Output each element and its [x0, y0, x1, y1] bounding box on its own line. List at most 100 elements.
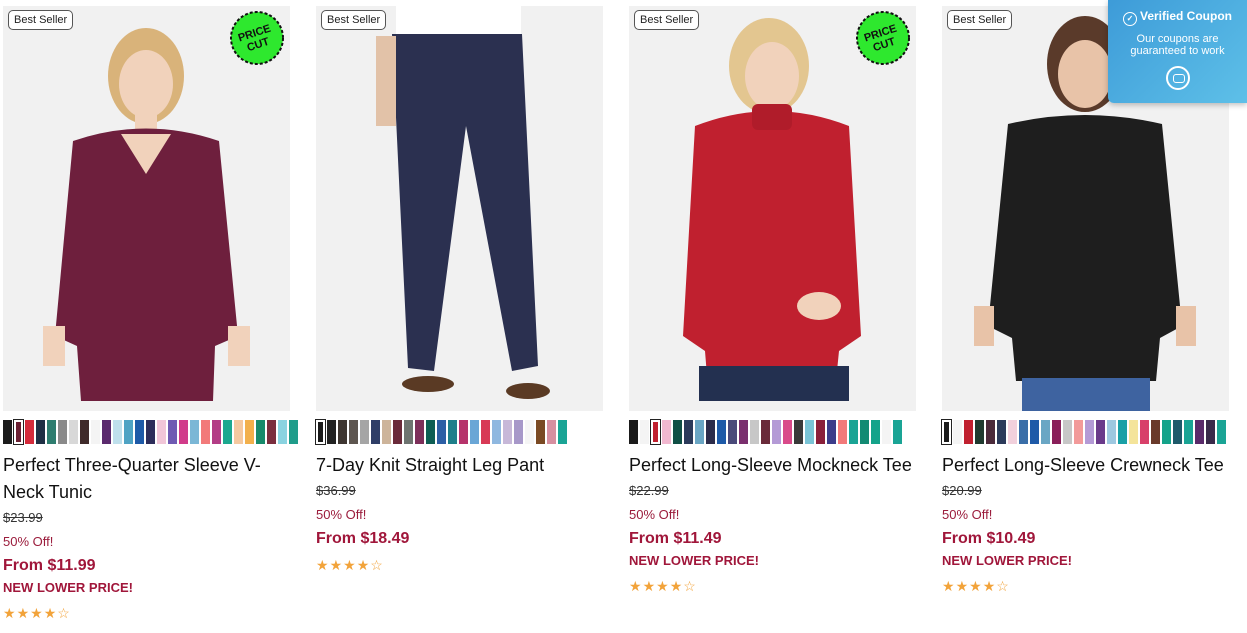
- color-swatch[interactable]: [706, 420, 715, 444]
- color-swatch[interactable]: [124, 420, 133, 444]
- color-swatch[interactable]: [371, 420, 380, 444]
- color-swatch[interactable]: [492, 420, 501, 444]
- color-swatch[interactable]: [838, 420, 847, 444]
- color-swatch[interactable]: [91, 420, 100, 444]
- color-swatch[interactable]: [816, 420, 825, 444]
- color-swatch[interactable]: [315, 419, 326, 445]
- color-swatch[interactable]: [1096, 420, 1105, 444]
- color-swatch[interactable]: [360, 420, 369, 444]
- color-swatch[interactable]: [179, 420, 188, 444]
- color-swatch[interactable]: [650, 419, 661, 445]
- color-swatch[interactable]: [36, 420, 45, 444]
- color-swatch[interactable]: [986, 420, 995, 444]
- color-swatch[interactable]: [684, 420, 693, 444]
- color-swatch[interactable]: [1195, 420, 1204, 444]
- color-swatch[interactable]: [146, 420, 155, 444]
- color-swatch[interactable]: [1118, 420, 1127, 444]
- color-swatch[interactable]: [267, 420, 276, 444]
- color-swatch[interactable]: [1030, 420, 1039, 444]
- color-swatch[interactable]: [1008, 420, 1017, 444]
- color-swatch[interactable]: [13, 419, 24, 445]
- color-swatch[interactable]: [58, 420, 67, 444]
- color-swatch[interactable]: [1173, 420, 1182, 444]
- color-swatch[interactable]: [3, 420, 12, 444]
- color-swatch[interactable]: [750, 420, 759, 444]
- color-swatch[interactable]: [1074, 420, 1083, 444]
- verified-coupon-widget[interactable]: ✓ Verified Coupon Our coupons are guarant…: [1108, 0, 1247, 103]
- color-swatch[interactable]: [783, 420, 792, 444]
- color-swatch[interactable]: [1162, 420, 1171, 444]
- color-swatch[interactable]: [739, 420, 748, 444]
- color-swatch[interactable]: [558, 420, 567, 444]
- color-swatch[interactable]: [470, 420, 479, 444]
- color-swatch[interactable]: [662, 420, 671, 444]
- color-swatch[interactable]: [212, 420, 221, 444]
- color-swatch[interactable]: [404, 420, 413, 444]
- product-title[interactable]: Perfect Long-Sleeve Crewneck Tee: [942, 452, 1229, 479]
- color-swatch[interactable]: [695, 420, 704, 444]
- color-swatch[interactable]: [525, 420, 534, 444]
- color-swatch[interactable]: [1184, 420, 1193, 444]
- color-swatch[interactable]: [717, 420, 726, 444]
- color-swatch[interactable]: [728, 420, 737, 444]
- color-swatch[interactable]: [190, 420, 199, 444]
- color-swatch[interactable]: [953, 420, 962, 444]
- color-swatch[interactable]: [882, 420, 891, 444]
- color-swatch[interactable]: [941, 419, 952, 445]
- color-swatch[interactable]: [849, 420, 858, 444]
- color-swatch[interactable]: [448, 420, 457, 444]
- color-swatch[interactable]: [25, 420, 34, 444]
- color-swatch[interactable]: [426, 420, 435, 444]
- color-swatch[interactable]: [772, 420, 781, 444]
- product-card[interactable]: Best Seller 7-Day Knit Straight Leg Pant…: [315, 6, 603, 573]
- color-swatch[interactable]: [349, 420, 358, 444]
- color-swatch[interactable]: [382, 420, 391, 444]
- color-swatch[interactable]: [997, 420, 1006, 444]
- color-swatch[interactable]: [113, 420, 122, 444]
- color-swatch[interactable]: [514, 420, 523, 444]
- color-swatch[interactable]: [536, 420, 545, 444]
- color-swatch[interactable]: [1052, 420, 1061, 444]
- color-swatch[interactable]: [1129, 420, 1138, 444]
- color-swatch[interactable]: [437, 420, 446, 444]
- product-card[interactable]: Best Seller PRICE CUT Perfect Three-Quar…: [3, 6, 298, 621]
- color-swatch[interactable]: [415, 420, 424, 444]
- color-swatch[interactable]: [102, 420, 111, 444]
- color-swatch[interactable]: [481, 420, 490, 444]
- color-swatch[interactable]: [157, 420, 166, 444]
- color-swatch[interactable]: [1041, 420, 1050, 444]
- color-swatch[interactable]: [964, 420, 973, 444]
- color-swatch[interactable]: [47, 420, 56, 444]
- product-card[interactable]: Best Seller PRICE CUT Perfect Long-Sleev…: [629, 6, 916, 594]
- color-swatch[interactable]: [135, 420, 144, 444]
- color-swatch[interactable]: [256, 420, 265, 444]
- color-swatch[interactable]: [289, 420, 298, 444]
- chat-icon[interactable]: [1165, 66, 1190, 90]
- color-swatch[interactable]: [1140, 420, 1149, 444]
- product-image[interactable]: Best Seller: [316, 6, 603, 411]
- color-swatch[interactable]: [459, 420, 468, 444]
- color-swatch[interactable]: [975, 420, 984, 444]
- color-swatch[interactable]: [278, 420, 287, 444]
- color-swatch[interactable]: [168, 420, 177, 444]
- color-swatch[interactable]: [871, 420, 880, 444]
- color-swatch[interactable]: [794, 420, 803, 444]
- color-swatch[interactable]: [245, 420, 254, 444]
- color-swatch[interactable]: [338, 420, 347, 444]
- color-swatch[interactable]: [1107, 420, 1116, 444]
- color-swatch[interactable]: [1063, 420, 1072, 444]
- color-swatch[interactable]: [761, 420, 770, 444]
- color-swatch[interactable]: [640, 420, 649, 444]
- color-swatch[interactable]: [827, 420, 836, 444]
- color-swatch[interactable]: [327, 420, 336, 444]
- color-swatch[interactable]: [805, 420, 814, 444]
- color-swatch[interactable]: [69, 420, 78, 444]
- color-swatch[interactable]: [547, 420, 556, 444]
- product-title[interactable]: Perfect Three-Quarter Sleeve V-Neck Tuni…: [3, 452, 290, 506]
- product-image[interactable]: Best Seller PRICE CUT: [3, 6, 290, 411]
- color-swatch[interactable]: [673, 420, 682, 444]
- color-swatch[interactable]: [893, 420, 902, 444]
- color-swatch[interactable]: [201, 420, 210, 444]
- color-swatch[interactable]: [234, 420, 243, 444]
- color-swatch[interactable]: [393, 420, 402, 444]
